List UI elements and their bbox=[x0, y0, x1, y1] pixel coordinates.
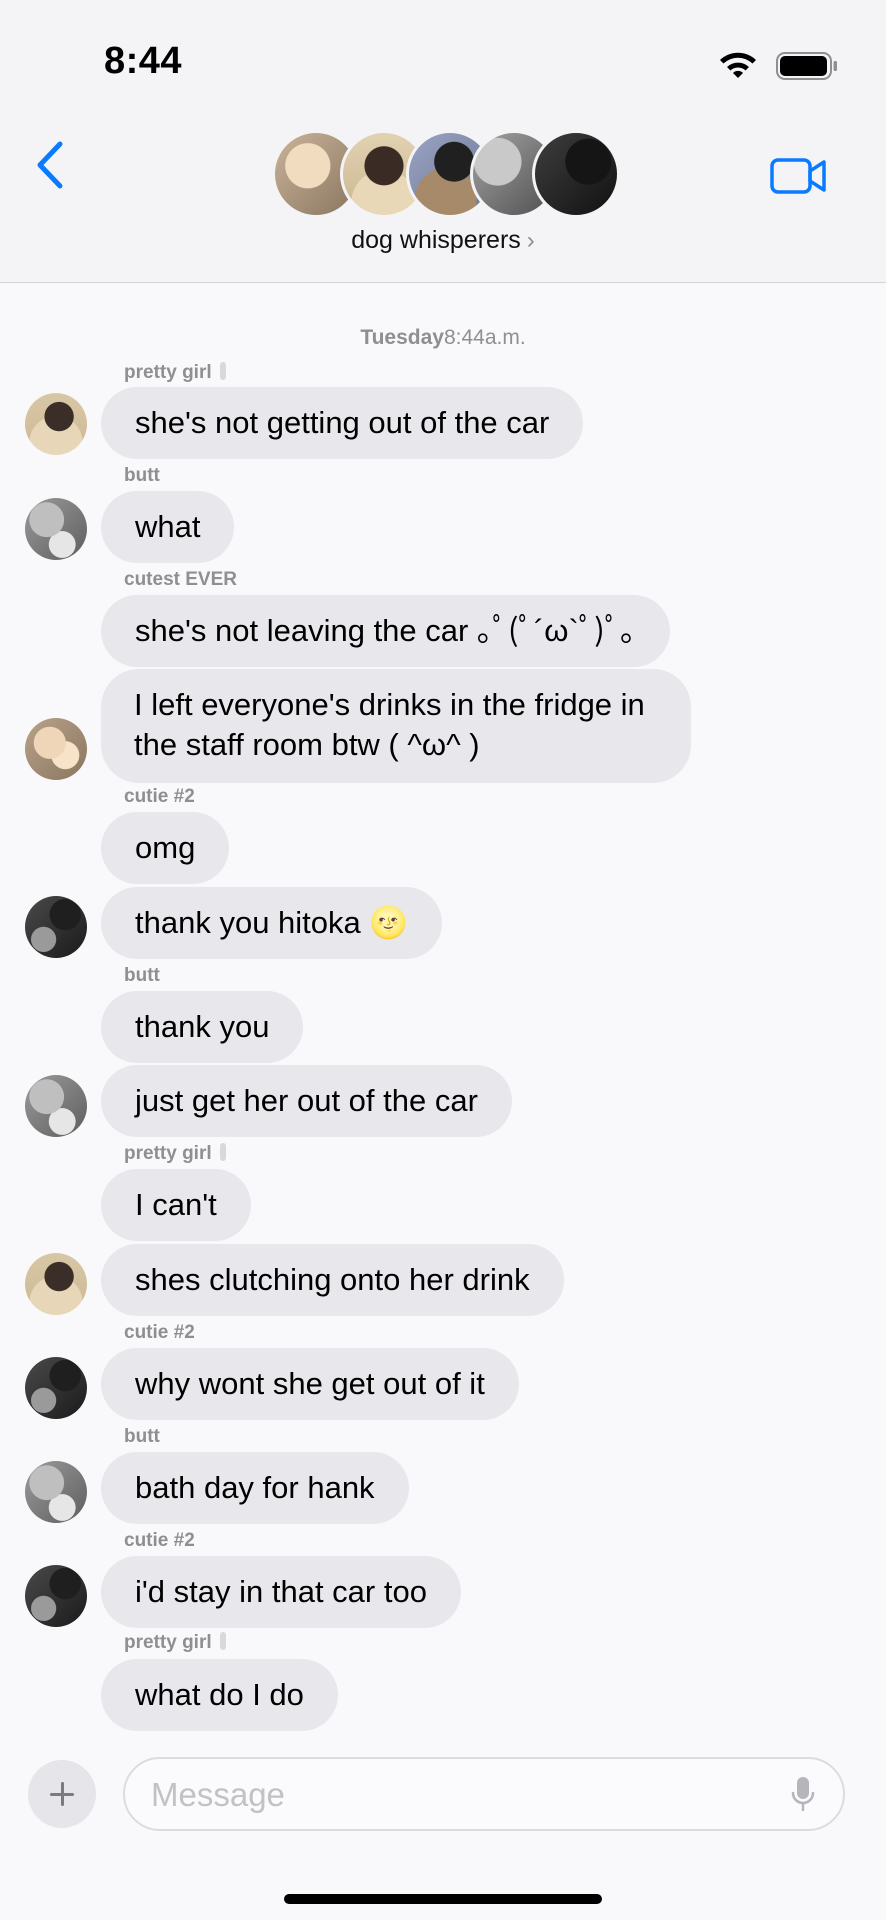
group-avatars[interactable] bbox=[272, 130, 622, 220]
status-time: 8:44 bbox=[104, 40, 183, 82]
home-indicator[interactable] bbox=[284, 1894, 602, 1904]
conversation-header: dog whisperers › bbox=[0, 80, 886, 283]
avatar[interactable] bbox=[25, 1565, 87, 1627]
avatar[interactable] bbox=[25, 1461, 87, 1523]
conversation-timestamp: Tuesday8:44a.m. bbox=[0, 326, 886, 350]
timestamp-time: 8:44a.m. bbox=[443, 326, 526, 349]
message-bubble[interactable]: she's not getting out of the car bbox=[101, 387, 584, 459]
message-bubble[interactable]: thank you bbox=[101, 991, 304, 1063]
sender-name: cutie #2 bbox=[124, 786, 195, 807]
message-bubble[interactable]: just get her out of the car bbox=[101, 1065, 512, 1137]
message-bubble[interactable]: omg bbox=[101, 812, 230, 884]
message-input[interactable] bbox=[149, 1769, 753, 1821]
message-bubble[interactable]: I left everyone's drinks in the fridge i… bbox=[101, 669, 691, 783]
sender-name: pretty girl bbox=[124, 362, 226, 384]
group-name[interactable]: dog whisperers › bbox=[0, 226, 886, 255]
battery-icon bbox=[776, 52, 837, 80]
message-bubble[interactable]: i'd stay in that car too bbox=[101, 1556, 461, 1628]
sender-name: pretty girl bbox=[124, 1632, 226, 1654]
avatar[interactable] bbox=[25, 393, 87, 455]
message-bubble[interactable]: bath day for hank bbox=[101, 1452, 409, 1524]
message-bubble[interactable]: she's not leaving the car ｡ﾟ(ﾟ´ω`ﾟ)ﾟ｡ bbox=[101, 595, 670, 667]
group-member-avatar bbox=[532, 130, 620, 218]
sender-name: butt bbox=[124, 465, 160, 486]
back-chevron-icon[interactable] bbox=[30, 138, 70, 192]
sender-name: cutie #2 bbox=[124, 1530, 195, 1551]
sender-name: butt bbox=[124, 1426, 160, 1447]
message-bubble[interactable]: what bbox=[101, 491, 235, 563]
avatar[interactable] bbox=[25, 1357, 87, 1419]
video-camera-icon[interactable] bbox=[770, 156, 828, 196]
sender-name: pretty girl bbox=[124, 1143, 226, 1165]
avatar[interactable] bbox=[25, 1253, 87, 1315]
chevron-right-icon: › bbox=[526, 227, 535, 254]
microphone-icon[interactable] bbox=[791, 1775, 815, 1815]
sender-name: cutest EVER bbox=[124, 569, 237, 590]
exclamation-icon bbox=[219, 1632, 226, 1650]
message-bubble[interactable]: thank you hitoka 🌝 bbox=[101, 887, 442, 959]
message-bubble[interactable]: I can't bbox=[101, 1169, 251, 1241]
avatar[interactable] bbox=[25, 498, 87, 560]
message-bubble[interactable]: why wont she get out of it bbox=[101, 1348, 519, 1420]
exclamation-icon bbox=[219, 1143, 226, 1161]
avatar[interactable] bbox=[25, 896, 87, 958]
avatar[interactable] bbox=[25, 1075, 87, 1137]
exclamation-icon bbox=[219, 362, 226, 380]
message-field[interactable] bbox=[123, 1757, 845, 1831]
message-bubble[interactable]: what do I do bbox=[101, 1659, 338, 1731]
sender-name: cutie #2 bbox=[124, 1322, 195, 1343]
message-bubble[interactable]: shes clutching onto her drink bbox=[101, 1244, 564, 1316]
sender-name: butt bbox=[124, 965, 160, 986]
add-attachment-button[interactable] bbox=[28, 1760, 96, 1828]
avatar[interactable] bbox=[25, 718, 87, 780]
wifi-icon bbox=[720, 52, 756, 78]
group-name-label: dog whisperers bbox=[351, 226, 521, 254]
timestamp-day: Tuesday bbox=[360, 326, 444, 349]
